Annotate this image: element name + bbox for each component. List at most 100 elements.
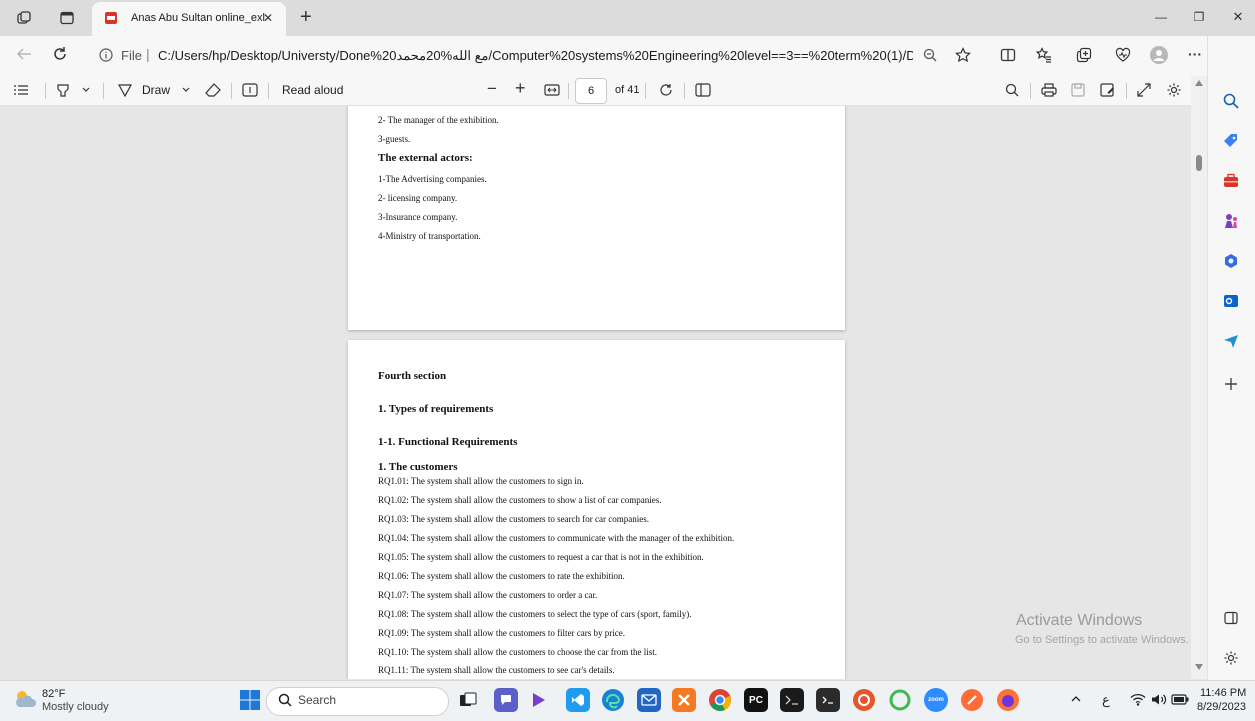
page-line: 2- The manager of the exhibition. [378, 115, 499, 125]
scroll-down-arrow-icon[interactable] [1195, 664, 1203, 670]
firefox-icon[interactable] [996, 688, 1020, 712]
chevron-down-icon[interactable] [182, 87, 190, 93]
sidebar-toggle-icon[interactable] [1221, 608, 1241, 628]
clock-date[interactable]: 8/29/2023 [1197, 701, 1246, 713]
toolbar-divider [268, 83, 269, 99]
page-line: 3-Insurance company. [378, 212, 458, 222]
text-box-icon[interactable] [242, 83, 258, 97]
games-chess-icon[interactable] [1221, 211, 1241, 231]
back-arrow-icon[interactable] [15, 47, 33, 61]
zoom-out-button[interactable]: − [487, 79, 497, 99]
windows-start-icon[interactable] [240, 690, 260, 710]
new-tab-button[interactable]: + [300, 6, 312, 29]
scroll-up-arrow-icon[interactable] [1195, 80, 1203, 86]
tab-actions-icon[interactable] [59, 10, 75, 26]
fullscreen-icon[interactable] [1137, 83, 1151, 97]
weather-cloud-icon[interactable] [13, 688, 37, 710]
fit-to-width-icon[interactable] [544, 84, 560, 96]
browser-essentials-icon[interactable] [1115, 47, 1131, 63]
wifi-icon[interactable] [1130, 693, 1146, 706]
close-window-button[interactable]: ✕ [1221, 4, 1255, 30]
find-search-icon[interactable] [1005, 83, 1019, 97]
chevron-up-icon[interactable] [1071, 695, 1081, 702]
page-number-input[interactable]: 6 [575, 78, 607, 104]
postman-icon[interactable] [960, 688, 984, 712]
weather-description[interactable]: Mostly cloudy [42, 701, 109, 713]
rotate-icon[interactable] [659, 83, 673, 97]
draw-button[interactable]: Draw [142, 83, 170, 97]
add-sidebar-app-icon[interactable] [1221, 374, 1241, 394]
print-icon[interactable] [1041, 83, 1057, 97]
sidebar-settings-gear-icon[interactable] [1221, 648, 1241, 668]
drop-send-icon[interactable] [1221, 331, 1241, 351]
refresh-icon[interactable] [52, 46, 68, 62]
toolbar-divider [1030, 83, 1031, 99]
git-tool-icon[interactable] [852, 688, 876, 712]
settings-more-button[interactable]: ··· [1188, 46, 1202, 62]
requirement-item: RQ1.04: The system shall allow the custo… [378, 533, 735, 543]
zoom-indicator-icon[interactable] [923, 48, 937, 62]
activate-windows-title: Activate Windows [1016, 612, 1143, 629]
edge-browser-icon[interactable] [601, 688, 625, 712]
url-text[interactable]: C:/Users/hp/Desktop/Universty/Done%20مع … [158, 48, 913, 64]
vs-code-icon[interactable] [566, 688, 590, 712]
volume-icon[interactable] [1151, 693, 1167, 706]
info-icon[interactable] [99, 48, 113, 62]
workspaces-icon[interactable] [16, 10, 32, 26]
highlight-icon[interactable] [56, 83, 70, 97]
battery-icon[interactable] [1171, 694, 1189, 705]
pycharm-icon[interactable]: PC [744, 688, 768, 712]
weather-temperature[interactable]: 82°F [42, 688, 65, 700]
toolbar-divider [645, 83, 646, 99]
draw-pen-icon[interactable] [118, 83, 132, 97]
terminal-icon[interactable] [780, 688, 804, 712]
task-view-icon[interactable] [459, 692, 477, 708]
save-as-icon[interactable] [1100, 83, 1116, 97]
requirement-item: RQ1.11: The system shall allow the custo… [378, 665, 615, 675]
minimize-button[interactable]: — [1144, 4, 1178, 30]
save-icon[interactable] [1071, 83, 1085, 97]
page-line: 1-The Advertising companies. [378, 174, 487, 184]
language-indicator[interactable]: ع [1102, 692, 1110, 708]
pdf-viewer[interactable]: 2- The manager of the exhibition. 3-gues… [0, 106, 1191, 679]
read-aloud-button[interactable]: Read aloud [282, 83, 343, 97]
page-view-icon[interactable] [695, 83, 711, 97]
eraser-icon[interactable] [205, 83, 221, 97]
tools-briefcase-icon[interactable] [1221, 171, 1241, 191]
collections-icon[interactable] [1076, 47, 1092, 63]
split-screen-icon[interactable] [1000, 47, 1016, 63]
chevron-down-icon[interactable] [82, 87, 90, 93]
url-scheme-label: File [121, 48, 142, 63]
command-prompt-icon[interactable] [816, 688, 840, 712]
pdf-settings-gear-icon[interactable] [1166, 82, 1182, 98]
favorites-icon[interactable] [1036, 47, 1052, 63]
profile-avatar[interactable] [1150, 46, 1168, 64]
outlook-icon[interactable] [1221, 291, 1241, 311]
tab-close-icon[interactable]: ✕ [263, 11, 273, 25]
shopping-tag-icon[interactable] [1221, 131, 1241, 151]
requirement-item: RQ1.07: The system shall allow the custo… [378, 590, 598, 600]
toolbar-divider [568, 83, 569, 99]
zoom-in-button[interactable]: + [515, 78, 526, 99]
maximize-button[interactable]: ❐ [1182, 4, 1216, 30]
contents-list-icon[interactable] [13, 84, 29, 96]
external-actors-heading: The external actors: [378, 152, 473, 164]
toolbar-divider [45, 83, 46, 99]
microsoft-365-icon[interactable] [1221, 251, 1241, 271]
sidebar-search-icon[interactable] [1221, 91, 1241, 111]
circle-app-icon[interactable] [888, 688, 912, 712]
clock-time[interactable]: 11:46 PM [1200, 687, 1246, 699]
chrome-icon[interactable] [708, 688, 732, 712]
taskbar-search-box[interactable] [266, 687, 449, 716]
teams-chat-icon[interactable] [494, 688, 518, 712]
xampp-icon[interactable] [672, 688, 696, 712]
media-player-icon[interactable] [530, 691, 548, 709]
taskbar-search-icon [278, 693, 292, 707]
scrollbar-thumb[interactable] [1196, 155, 1202, 171]
requirement-item: RQ1.08: The system shall allow the custo… [378, 609, 692, 619]
favorite-star-icon[interactable] [955, 47, 971, 63]
zoom-app-icon[interactable]: zoom [924, 688, 948, 712]
mail-icon[interactable] [637, 688, 661, 712]
page-line: 2- licensing company. [378, 193, 458, 203]
requirement-item: RQ1.10: The system shall allow the custo… [378, 647, 658, 657]
